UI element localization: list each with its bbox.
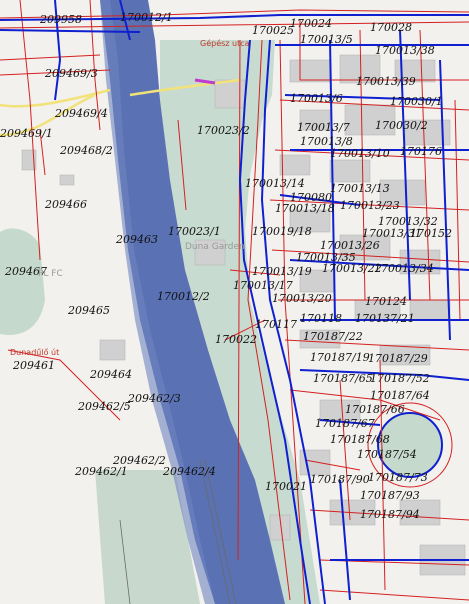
parcel-label[interactable]: 209463 [116, 234, 158, 245]
parcel-label[interactable]: 209469/3 [45, 68, 98, 79]
parcel-label[interactable]: 209461 [13, 360, 55, 371]
parcel-label[interactable]: 209958 [40, 14, 82, 25]
parcel-label[interactable]: 209465 [68, 305, 110, 316]
parcel-label[interactable]: 170022 [215, 334, 257, 345]
parcel-label[interactable]: 170187/22 [303, 331, 363, 342]
parcel-label[interactable]: 170187/68 [330, 434, 390, 445]
parcel-label[interactable]: 170013/8 [300, 136, 353, 147]
place-label-duna-garden: Duna Garden [185, 242, 245, 252]
parcel-label[interactable]: 170013/17 [233, 280, 293, 291]
parcel-label[interactable]: 170013/18 [275, 203, 335, 214]
parcel-label[interactable]: 170187/93 [360, 490, 420, 501]
parcel-label[interactable]: 170152 [410, 228, 452, 239]
parcel-label[interactable]: 170118 [300, 313, 342, 324]
parcel-label[interactable]: 170187/66 [345, 404, 405, 415]
parcel-label[interactable]: 170021 [265, 481, 307, 492]
parcel-label[interactable]: 170187/73 [368, 472, 428, 483]
parcel-label[interactable]: 170187/94 [360, 509, 420, 520]
parcel-label[interactable]: 209462/1 [75, 466, 128, 477]
parcel-label[interactable]: 170030/2 [375, 120, 428, 131]
parcel-label[interactable]: 170137/21 [355, 313, 415, 324]
parcel-label[interactable]: 170013/22 [322, 263, 382, 274]
parcel-label[interactable]: 209462/3 [128, 393, 181, 404]
parcel-label[interactable]: 170187/52 [370, 373, 430, 384]
parcel-label[interactable]: 209468/2 [60, 145, 113, 156]
parcel-label[interactable]: 170012/1 [120, 12, 173, 23]
parcel-label[interactable]: 170013/26 [320, 240, 380, 251]
parcel-label[interactable]: 170187/54 [357, 449, 417, 460]
parcel-label[interactable]: 170030/1 [390, 96, 443, 107]
place-label-fc: PL FC [38, 269, 63, 279]
parcel-label[interactable]: 170013/14 [245, 178, 305, 189]
parcel-label[interactable]: 170124 [365, 296, 407, 307]
parcel-label[interactable]: 170013/23 [340, 200, 400, 211]
parcel-label[interactable]: 170019/18 [252, 226, 312, 237]
parcel-label[interactable]: 170023/2 [197, 125, 250, 136]
parcel-label[interactable]: 209466 [45, 199, 87, 210]
parcel-label[interactable]: 170013/13 [330, 183, 390, 194]
parcel-label[interactable]: 170187/19 [310, 352, 370, 363]
parcel-label[interactable]: 170012/2 [157, 291, 210, 302]
parcel-label[interactable]: 209464 [90, 369, 132, 380]
parcel-label[interactable]: 170028 [370, 22, 412, 33]
parcel-label[interactable]: 170176 [400, 146, 442, 157]
parcel-label[interactable]: 170013/38 [375, 45, 435, 56]
parcel-label[interactable]: 170013/19 [252, 266, 312, 277]
parcel-label[interactable]: 170013/20 [272, 293, 332, 304]
parcel-label[interactable]: 170187/67 [315, 418, 375, 429]
parcel-label[interactable]: 170187/64 [370, 390, 430, 401]
parcel-label[interactable]: 170024 [290, 18, 332, 29]
parcel-label[interactable]: 170187/90 [310, 474, 370, 485]
parcel-label[interactable]: 170117 [255, 319, 297, 330]
parcel-label[interactable]: 170013/32 [378, 216, 438, 227]
road-label-gepesz: Gépész utca [200, 39, 250, 48]
parcel-label[interactable]: 170013/34 [374, 263, 434, 274]
road-label-dunadulo: Dunadűlő út [10, 348, 60, 357]
parcel-label[interactable]: 209469/4 [55, 108, 108, 119]
sports-field [0, 228, 45, 335]
parcel-label[interactable]: 209469/1 [0, 128, 53, 139]
parcel-label[interactable]: 170013/10 [330, 148, 390, 159]
parcel-label[interactable]: 170025 [252, 25, 294, 36]
parcel-label[interactable]: 170013/39 [356, 76, 416, 87]
parcel-label[interactable]: 209462/4 [163, 466, 216, 477]
parcel-label[interactable]: 170187/29 [368, 353, 428, 364]
parcel-label[interactable]: 209462/5 [78, 401, 131, 412]
parcel-label[interactable]: 170013/7 [297, 122, 350, 133]
parcel-label[interactable]: 170013/5 [300, 34, 353, 45]
parcel-label[interactable]: 170023/1 [168, 226, 221, 237]
map-canvas[interactable]: 209958 170012/1 170024 170028 170025 170… [0, 0, 469, 604]
parcel-label[interactable]: 170013/6 [290, 93, 343, 104]
parcel-label[interactable]: 170187/65 [313, 373, 373, 384]
